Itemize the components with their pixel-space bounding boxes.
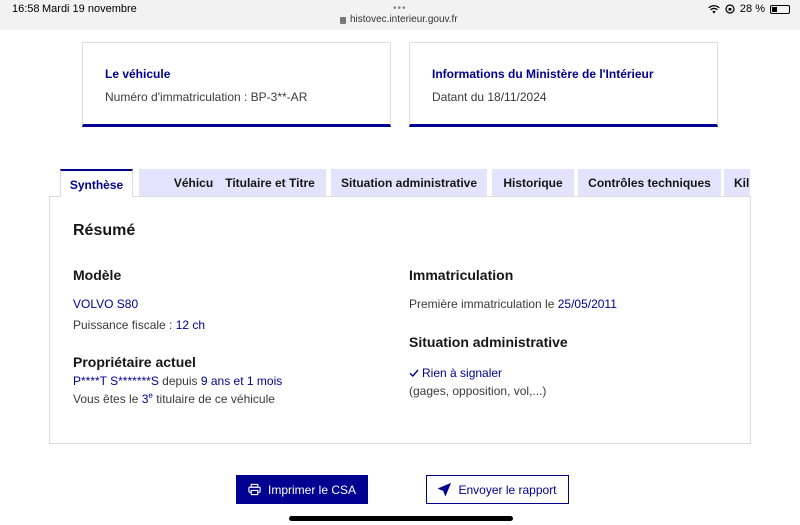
admin-status-line: Rien à signaler (409, 366, 502, 380)
battery-percent: 28 % (739, 3, 765, 15)
send-icon (438, 483, 452, 496)
first-registration-label: Première immatriculation le (409, 297, 558, 311)
status-bar: 16:58 Mardi 19 novembre ••• histovec.int… (0, 0, 800, 30)
send-report-label: Envoyer le rapport (458, 482, 557, 497)
holder-rank: Vous êtes le 3e titulaire de ce véhicule (73, 391, 275, 406)
printer-icon (248, 483, 261, 496)
vehicle-card-text: Numéro d'immatriculation : BP-3**-AR (105, 90, 308, 104)
admin-status-heading: Situation administrative (409, 334, 568, 350)
owner-line: P****T S*******S depuis 9 ans et 1 mois (73, 374, 282, 388)
model-heading: Modèle (73, 267, 122, 283)
tab-synthese[interactable]: Synthèse (60, 169, 133, 197)
owner-heading: Propriétaire actuel (73, 354, 196, 370)
print-csa-label: Imprimer le CSA (267, 482, 356, 497)
tab-bar: Synthèse Véhicule Titulaire et Titre Sit… (60, 169, 750, 197)
check-icon (409, 369, 419, 378)
holder-rank-pre: Vous êtes le (73, 392, 142, 406)
admin-status-detail: (gages, opposition, vol,...) (409, 384, 547, 398)
tab-situation[interactable]: Situation administrative (331, 169, 487, 197)
orientation-lock-icon (725, 4, 735, 14)
first-registration-date: 25/05/2011 (557, 297, 617, 311)
summary-panel: Résumé Modèle VOLVO S80 Puissance fiscal… (49, 196, 751, 444)
holder-rank-post: titulaire de ce véhicule (152, 392, 275, 406)
owner-name: P****T S*******S (73, 374, 159, 388)
home-indicator[interactable] (289, 516, 513, 521)
owner-since-label: depuis (158, 374, 201, 388)
model-name: VOLVO S80 (73, 297, 139, 311)
first-registration: Première immatriculation le 25/05/2011 (409, 297, 617, 311)
url-text: histovec.interieur.gouv.fr (350, 14, 458, 25)
address-bar[interactable]: histovec.interieur.gouv.fr (340, 14, 464, 25)
tab-controles[interactable]: Contrôles techniques (578, 169, 721, 197)
ministry-card: Informations du Ministère de l'Intérieur… (409, 42, 718, 127)
ministry-card-title: Informations du Ministère de l'Intérieur (432, 67, 654, 81)
fiscal-power: Puissance fiscale : 12 ch (73, 318, 205, 332)
fiscal-power-label: Puissance fiscale : (73, 318, 176, 332)
tab-titulaire[interactable]: Titulaire et Titre (214, 169, 326, 197)
more-dots-icon[interactable]: ••• (393, 3, 407, 14)
print-csa-button[interactable]: Imprimer le CSA (236, 475, 368, 504)
tab-historique[interactable]: Historique (492, 169, 574, 197)
ministry-card-text: Datant du 18/11/2024 (432, 90, 547, 104)
status-right: 28 % (708, 3, 790, 15)
status-time: 16:58 (12, 3, 40, 15)
wifi-icon (708, 4, 720, 13)
admin-status-value: Rien à signaler (422, 366, 503, 380)
summary-title: Résumé (73, 222, 136, 239)
fiscal-power-value: 12 ch (175, 318, 206, 332)
tab-kilometrage[interactable]: Kil (724, 169, 750, 197)
lock-icon (340, 17, 346, 24)
send-report-button[interactable]: Envoyer le rapport (426, 475, 569, 504)
battery-icon (770, 4, 790, 14)
status-date: Mardi 19 novembre (42, 3, 137, 15)
registration-heading: Immatriculation (409, 267, 514, 283)
vehicle-card: Le véhicule Numéro d'immatriculation : B… (82, 42, 391, 127)
owner-since-value: 9 ans et 1 mois (200, 374, 283, 388)
vehicle-card-title: Le véhicule (105, 67, 171, 81)
